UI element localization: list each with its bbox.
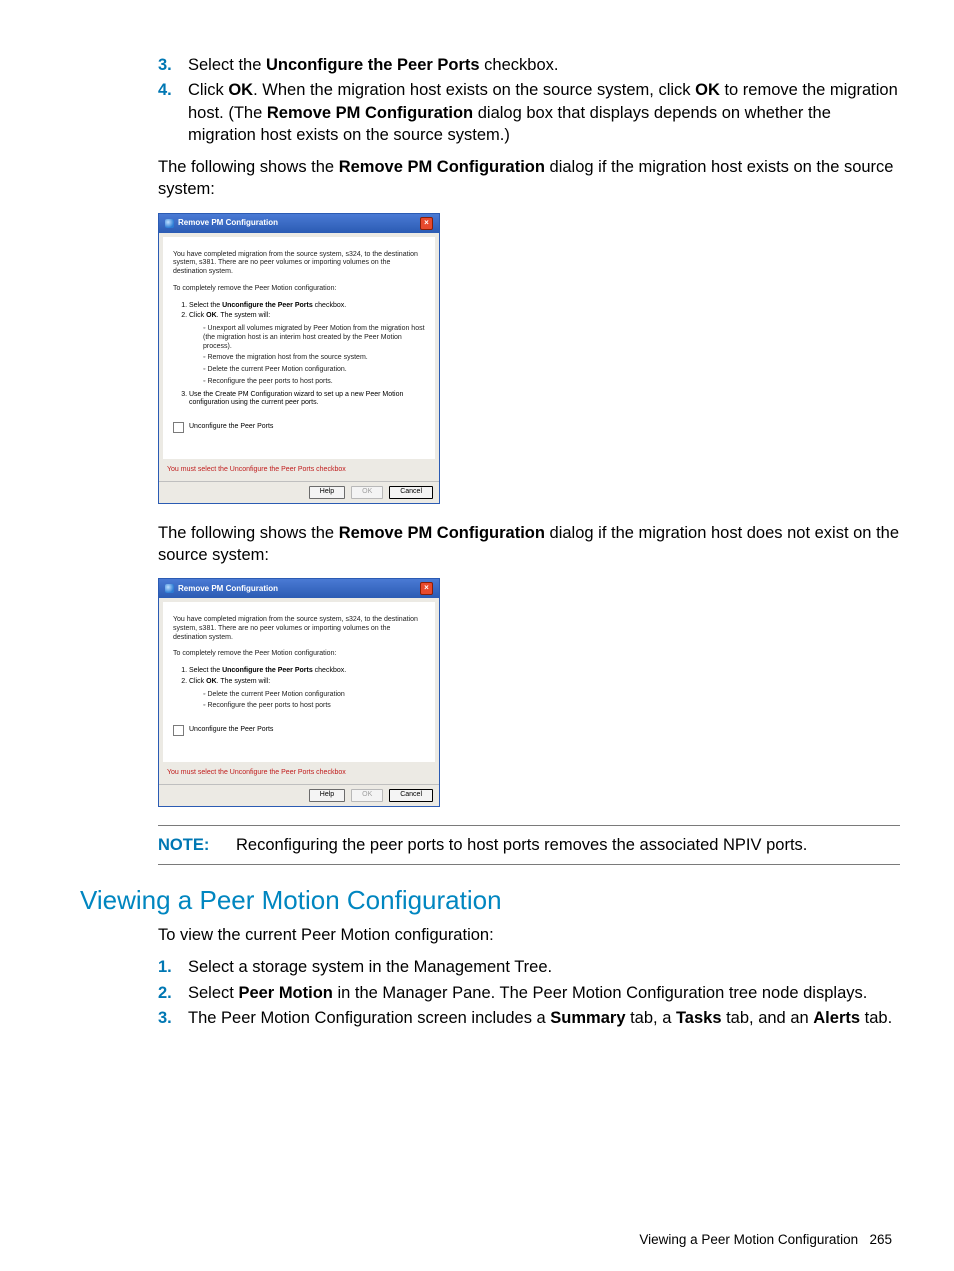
cancel-button[interactable]: Cancel <box>389 486 433 499</box>
step-number: 3. <box>158 54 188 76</box>
page-number: 265 <box>869 1232 892 1247</box>
intro-text-2: The following shows the Remove PM Config… <box>158 522 900 567</box>
step-text: The Peer Motion Configuration screen inc… <box>188 1007 900 1029</box>
step-number: 2. <box>158 982 188 1004</box>
help-button[interactable]: Help <box>309 789 345 802</box>
checkbox-label: Unconfigure the Peer Ports <box>189 423 273 432</box>
view-step-2: 2. Select Peer Motion in the Manager Pan… <box>158 982 900 1004</box>
checkbox-icon[interactable] <box>173 422 184 433</box>
dialog-bullets: Unexport all volumes migrated by Peer Mo… <box>203 325 425 387</box>
dialog-titlebar: Remove PM Configuration × <box>159 579 439 598</box>
dialog-intro: You have completed migration from the so… <box>173 616 425 642</box>
ok-button: OK <box>351 486 383 499</box>
dialog-icon <box>165 584 174 593</box>
dialog-bullets: Delete the current Peer Motion configura… <box>203 691 425 712</box>
checkbox-icon[interactable] <box>173 725 184 736</box>
checkbox-label: Unconfigure the Peer Ports <box>189 726 273 735</box>
dialog-titlebar: Remove PM Configuration × <box>159 214 439 233</box>
intro-text-1: The following shows the Remove PM Config… <box>158 156 900 201</box>
help-button[interactable]: Help <box>309 486 345 499</box>
step-number: 1. <box>158 956 188 978</box>
view-step-1: 1. Select a storage system in the Manage… <box>158 956 900 978</box>
dialog-body: You have completed migration from the so… <box>163 602 435 762</box>
dialog-buttonbar: Help OK Cancel <box>159 784 439 806</box>
section-intro: To view the current Peer Motion configur… <box>158 924 900 946</box>
step-number: 3. <box>158 1007 188 1029</box>
step-text: Select a storage system in the Managemen… <box>188 956 900 978</box>
dialog-steps: Select the Unconfigure the Peer Ports ch… <box>189 667 425 687</box>
list-item: Reconfigure the peer ports to host ports <box>203 702 425 711</box>
section-steps: 1. Select a storage system in the Manage… <box>158 956 900 1029</box>
step-number: 4. <box>158 79 188 146</box>
step-text: Click OK. When the migration host exists… <box>188 79 900 146</box>
list-item: Reconfigure the peer ports to host ports… <box>203 378 425 387</box>
ok-button: OK <box>351 789 383 802</box>
dialog-step-2: Click OK. The system will: <box>189 678 425 687</box>
footer-label: Viewing a Peer Motion Configuration <box>639 1232 858 1247</box>
dialog-step-1: Select the Unconfigure the Peer Ports ch… <box>189 302 425 311</box>
page-footer: Viewing a Peer Motion Configuration 265 <box>639 1231 892 1249</box>
dialog-line2: To completely remove the Peer Motion con… <box>173 285 425 294</box>
close-icon[interactable]: × <box>420 217 433 230</box>
cancel-button[interactable]: Cancel <box>389 789 433 802</box>
close-icon[interactable]: × <box>420 582 433 595</box>
dialog-line2: To completely remove the Peer Motion con… <box>173 650 425 659</box>
dialog-step-2: Click OK. The system will: <box>189 312 425 321</box>
step-4: 4. Click OK. When the migration host exi… <box>158 79 900 146</box>
step-3: 3. Select the Unconfigure the Peer Ports… <box>158 54 900 76</box>
dialog-warning: You must select the Unconfigure the Peer… <box>159 766 439 784</box>
note-text: Reconfiguring the peer ports to host por… <box>236 834 900 856</box>
dialog-body: You have completed migration from the so… <box>163 237 435 460</box>
view-step-3: 3. The Peer Motion Configuration screen … <box>158 1007 900 1029</box>
dialog-steps: Select the Unconfigure the Peer Ports ch… <box>189 302 425 322</box>
note-block: NOTE: Reconfiguring the peer ports to ho… <box>158 825 900 865</box>
note-label: NOTE: <box>158 834 236 856</box>
dialog-buttonbar: Help OK Cancel <box>159 481 439 503</box>
top-steps: 3. Select the Unconfigure the Peer Ports… <box>158 54 900 146</box>
remove-pm-dialog-nohost: Remove PM Configuration × You have compl… <box>158 578 440 807</box>
section-heading: Viewing a Peer Motion Configuration <box>80 883 900 918</box>
dialog-title: Remove PM Configuration <box>178 584 278 594</box>
list-item: Delete the current Peer Motion configura… <box>203 691 425 700</box>
dialog-warning: You must select the Unconfigure the Peer… <box>159 463 439 481</box>
list-item: Delete the current Peer Motion configura… <box>203 366 425 375</box>
dialog-step-1: Select the Unconfigure the Peer Ports ch… <box>189 667 425 676</box>
remove-pm-dialog-hostexists: Remove PM Configuration × You have compl… <box>158 213 440 504</box>
unconfigure-checkbox-row[interactable]: Unconfigure the Peer Ports <box>173 422 425 433</box>
unconfigure-checkbox-row[interactable]: Unconfigure the Peer Ports <box>173 725 425 736</box>
step-text: Select the Unconfigure the Peer Ports ch… <box>188 54 900 76</box>
step-text: Select Peer Motion in the Manager Pane. … <box>188 982 900 1004</box>
list-item: Remove the migration host from the sourc… <box>203 354 425 363</box>
dialog-step-3: Use the Create PM Configuration wizard t… <box>189 391 425 409</box>
dialog-title: Remove PM Configuration <box>178 218 278 228</box>
list-item: Unexport all volumes migrated by Peer Mo… <box>203 325 425 351</box>
dialog-intro: You have completed migration from the so… <box>173 251 425 277</box>
dialog-icon <box>165 219 174 228</box>
dialog-steps-cont: Use the Create PM Configuration wizard t… <box>189 391 425 409</box>
